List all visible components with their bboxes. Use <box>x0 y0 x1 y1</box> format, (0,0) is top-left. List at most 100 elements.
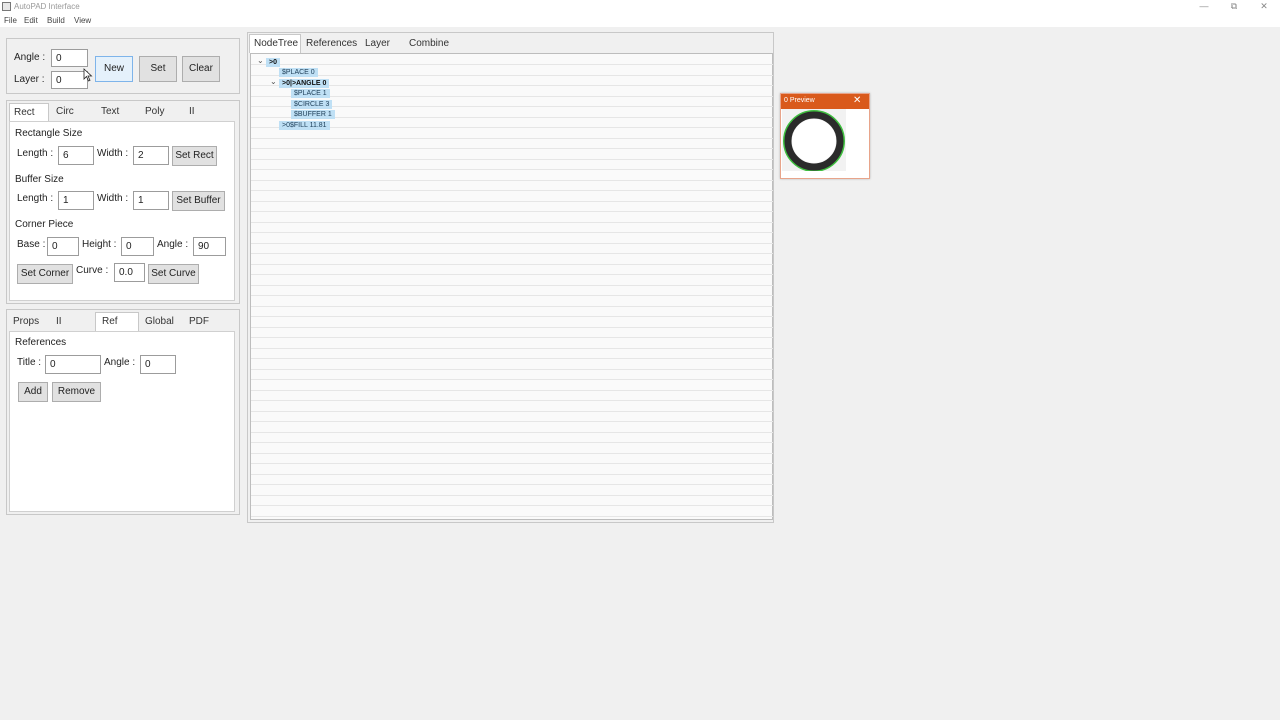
node-tree[interactable]: ⌄ >0 $PLACE 0 ⌄ >0|>ANGLE 0 $PLACE 1 $CI… <box>250 53 773 520</box>
set-buffer-button[interactable]: Set Buffer <box>172 191 225 211</box>
set-button[interactable]: Set <box>139 56 177 82</box>
set-curve-button[interactable]: Set Curve <box>148 264 199 284</box>
tree-row-line <box>251 452 773 454</box>
preview-title: 0 Preview <box>784 97 815 104</box>
tab-nodetree[interactable]: NodeTree <box>249 34 301 53</box>
tree-row-line <box>251 137 773 139</box>
tab-layer[interactable]: Layer <box>365 37 390 51</box>
chevron-down-icon[interactable]: ⌄ <box>257 56 264 65</box>
maximize-button[interactable]: ⧉ <box>1225 0 1243 14</box>
tree-row-line <box>251 505 773 506</box>
tab-text[interactable]: Text <box>101 105 119 119</box>
ref-angle-input[interactable] <box>140 355 176 374</box>
buffer-length-input[interactable] <box>58 191 94 210</box>
rectangle-size-heading: Rectangle Size <box>15 128 83 139</box>
tree-node-place-0[interactable]: $PLACE 0 <box>279 68 318 77</box>
tree-row-line <box>251 211 773 212</box>
tree-row-line <box>251 200 773 202</box>
tree-row-line <box>251 148 773 149</box>
tab-rect[interactable]: Rect <box>9 103 49 121</box>
set-rect-button[interactable]: Set Rect <box>172 146 217 166</box>
clear-button[interactable]: Clear <box>182 56 220 82</box>
rect-width-label: Width : <box>97 148 129 159</box>
minimize-button[interactable]: — <box>1195 0 1213 14</box>
tree-row-line <box>251 494 773 496</box>
tree-row-line <box>251 442 773 443</box>
rect-width-input[interactable] <box>133 146 169 165</box>
tree-row-line <box>251 368 773 370</box>
mouse-cursor-icon <box>83 68 93 82</box>
tree-row-line <box>251 431 773 433</box>
circle-hole <box>792 119 836 163</box>
remove-reference-button[interactable]: Remove <box>52 382 101 402</box>
tree-node-fill[interactable]: >0$FILL 11.81 <box>279 121 330 130</box>
preview-window[interactable]: 0 Preview ✕ <box>780 93 870 179</box>
ref-angle-label: Angle : <box>104 357 136 368</box>
tree-row-line <box>251 158 773 160</box>
add-reference-button[interactable]: Add <box>18 382 48 402</box>
tree-node-angle[interactable]: >0|>ANGLE 0 <box>279 79 330 88</box>
tab-global[interactable]: Global <box>145 315 174 329</box>
tree-row-line <box>251 400 773 401</box>
menu-edit[interactable]: Edit <box>24 15 38 26</box>
tree-row-line <box>251 421 773 422</box>
tree-row-line <box>251 74 773 76</box>
curve-input[interactable] <box>114 263 145 282</box>
corner-angle-label: Angle : <box>157 239 189 250</box>
tree-row-line <box>251 169 773 170</box>
menu-view[interactable]: View <box>74 15 91 26</box>
buffer-width-input[interactable] <box>133 191 169 210</box>
angle-label: Angle : <box>14 52 46 63</box>
angle-input[interactable] <box>51 49 88 67</box>
tree-node-circle[interactable]: $CIRCLE 3 <box>291 100 333 109</box>
buffer-size-heading: Buffer Size <box>15 174 64 185</box>
tree-node-place-1[interactable]: $PLACE 1 <box>291 89 330 98</box>
corner-angle-input[interactable] <box>193 237 226 256</box>
tree-row-line <box>251 358 773 359</box>
close-icon[interactable]: ✕ <box>853 95 861 107</box>
tree-row-line <box>251 473 773 475</box>
tab-more-shapes[interactable]: II <box>189 105 195 119</box>
height-label: Height : <box>82 239 117 250</box>
tree-row-line <box>251 232 773 233</box>
layer-label: Layer : <box>14 74 45 85</box>
menu-build[interactable]: Build <box>47 15 65 26</box>
chevron-down-icon[interactable]: ⌄ <box>270 77 277 86</box>
tree-node-root[interactable]: >0 <box>266 58 280 67</box>
tab-ref[interactable]: Ref <box>95 312 139 331</box>
tab-combine[interactable]: Combine <box>409 37 449 51</box>
tab-props[interactable]: Props <box>13 315 39 329</box>
references-heading: References <box>15 337 67 348</box>
tab-circ[interactable]: Circ <box>56 105 74 119</box>
tree-row-line <box>251 484 773 485</box>
tab-poly[interactable]: Poly <box>145 105 164 119</box>
tree-row-line <box>251 242 773 244</box>
tab-pdf[interactable]: PDF <box>189 315 209 329</box>
curve-label: Curve : <box>76 265 109 276</box>
tab-more-props[interactable]: II <box>56 315 62 329</box>
menu-bar <box>0 14 1280 27</box>
tree-node-buffer[interactable]: $BUFFER 1 <box>291 110 335 119</box>
tree-row-line <box>251 347 773 349</box>
circle-preview-graphic <box>783 110 845 172</box>
ref-title-label: Title : <box>17 357 42 368</box>
ref-title-input[interactable] <box>45 355 101 374</box>
base-label: Base : <box>17 239 46 250</box>
tree-row-line <box>251 274 773 275</box>
rect-length-input[interactable] <box>58 146 94 165</box>
tab-references[interactable]: References <box>306 37 357 51</box>
height-input[interactable] <box>121 237 154 256</box>
set-corner-button[interactable]: Set Corner <box>17 264 73 284</box>
tree-row-line <box>251 179 773 181</box>
tree-row-line <box>251 263 773 265</box>
rect-length-label: Length : <box>17 148 54 159</box>
tree-row-line <box>251 253 773 254</box>
tree-row-line <box>251 379 773 380</box>
tree-row-line <box>251 221 773 223</box>
base-input[interactable] <box>47 237 79 256</box>
close-window-button[interactable]: ✕ <box>1255 0 1273 14</box>
new-button[interactable]: New <box>95 56 133 82</box>
tree-row-line <box>251 316 773 317</box>
title-bar <box>0 0 1280 14</box>
menu-file[interactable]: File <box>4 15 17 26</box>
